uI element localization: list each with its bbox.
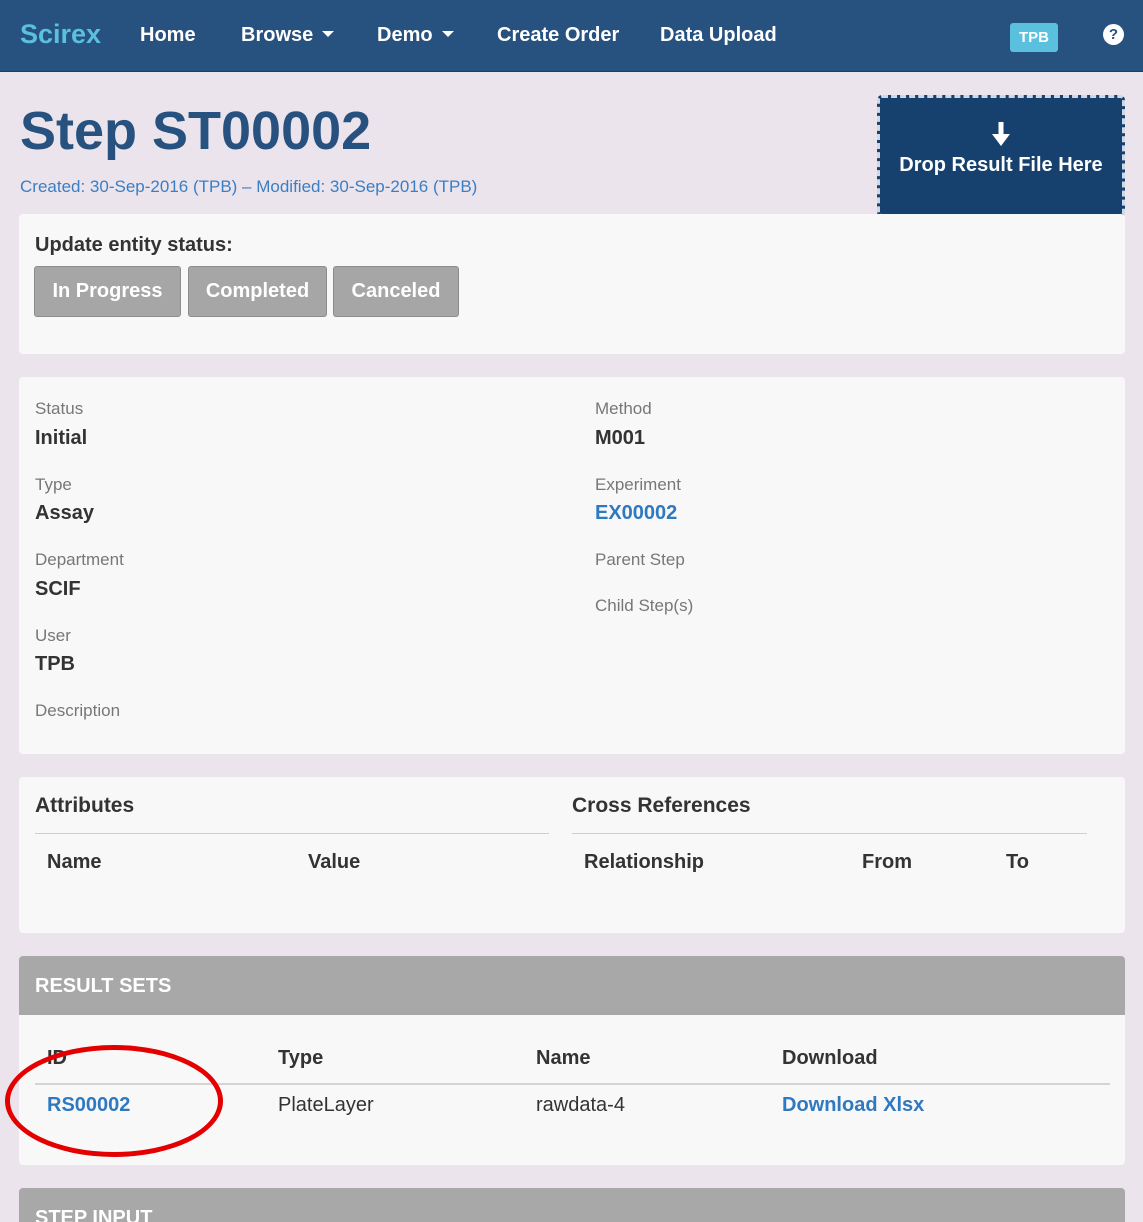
xref-col-to: To <box>1006 851 1029 873</box>
user-value: TPB <box>35 653 75 675</box>
canceled-button[interactable]: Canceled <box>333 266 459 317</box>
user-label: User <box>35 626 71 645</box>
parent-step-label: Parent Step <box>595 550 685 569</box>
result-sets-panel: RESULT SETS ID Type Name Download RS0000… <box>19 956 1125 1165</box>
department-value: SCIF <box>35 578 81 600</box>
result-col-download: Download <box>782 1047 878 1069</box>
nav-home[interactable]: Home <box>140 24 196 47</box>
status-update-panel: Update entity status: In Progress Comple… <box>19 214 1125 354</box>
result-set-name: rawdata-4 <box>536 1094 625 1116</box>
method-label: Method <box>595 399 652 418</box>
result-sets-title: RESULT SETS <box>35 975 172 997</box>
result-set-id-link[interactable]: RS00002 <box>47 1094 130 1117</box>
nav-browse-label: Browse <box>241 24 314 46</box>
nav-create-order[interactable]: Create Order <box>497 24 619 47</box>
nav-demo-label: Demo <box>377 24 433 46</box>
attributes-divider <box>35 833 549 834</box>
type-value: Assay <box>35 502 94 524</box>
department-label: Department <box>35 550 124 569</box>
caret-down-icon <box>322 30 335 37</box>
attributes-col-name: Name <box>47 851 102 873</box>
method-value: M001 <box>595 427 646 449</box>
nav-data-upload[interactable]: Data Upload <box>660 24 777 47</box>
result-header-divider <box>35 1083 1110 1085</box>
result-col-id: ID <box>47 1047 67 1069</box>
drop-result-file-zone[interactable]: Drop Result File Here <box>877 95 1125 217</box>
status-label: Status <box>35 399 84 418</box>
download-xlsx-link[interactable]: Download Xlsx <box>782 1094 924 1117</box>
cross-references-title: Cross References <box>572 794 751 817</box>
caret-down-icon <box>441 30 454 37</box>
details-panel: Status Initial Type Assay Department SCI… <box>19 377 1125 754</box>
completed-button[interactable]: Completed <box>188 266 327 317</box>
result-col-type: Type <box>278 1047 324 1069</box>
child-steps-label: Child Step(s) <box>595 596 694 615</box>
brand-logo[interactable]: Scirex <box>20 19 101 50</box>
in-progress-button[interactable]: In Progress <box>34 266 181 317</box>
type-label: Type <box>35 475 72 494</box>
navbar: Scirex Home Browse Demo Create Order Dat… <box>0 0 1143 72</box>
nav-browse-dropdown[interactable]: Browse <box>241 24 335 47</box>
arrow-down-icon <box>992 122 1010 146</box>
xref-col-relationship: Relationship <box>584 851 705 873</box>
drop-zone-label: Drop Result File Here <box>899 154 1103 176</box>
attributes-title: Attributes <box>35 794 135 817</box>
result-sets-header: RESULT SETS <box>19 956 1125 1015</box>
created-modified-meta: Created: 30-Sep-2016 (TPB) – Modified: 3… <box>20 177 478 196</box>
user-badge[interactable]: TPB <box>1010 23 1058 52</box>
xref-col-from: From <box>862 851 912 873</box>
attributes-xrefs-panel: Attributes Name Value Cross References R… <box>19 777 1125 933</box>
status-value: Initial <box>35 427 88 449</box>
nav-home-label: Home <box>140 24 196 46</box>
question-circle-icon[interactable]: ? <box>1103 24 1124 45</box>
result-col-name: Name <box>536 1047 591 1069</box>
status-update-title: Update entity status: <box>35 234 233 256</box>
nav-demo-dropdown[interactable]: Demo <box>377 24 454 47</box>
attributes-col-value: Value <box>308 851 361 873</box>
step-input-title: STEP INPUT <box>35 1207 153 1222</box>
nav-data-upload-label: Data Upload <box>660 24 777 46</box>
description-label: Description <box>35 701 121 720</box>
cross-references-divider <box>572 833 1087 834</box>
experiment-link[interactable]: EX00002 <box>595 502 677 525</box>
page-title: Step ST00002 <box>20 101 372 161</box>
experiment-label: Experiment <box>595 475 681 494</box>
step-input-panel: STEP INPUT <box>19 1188 1125 1222</box>
nav-create-order-label: Create Order <box>497 24 620 46</box>
result-set-type: PlateLayer <box>278 1094 374 1116</box>
